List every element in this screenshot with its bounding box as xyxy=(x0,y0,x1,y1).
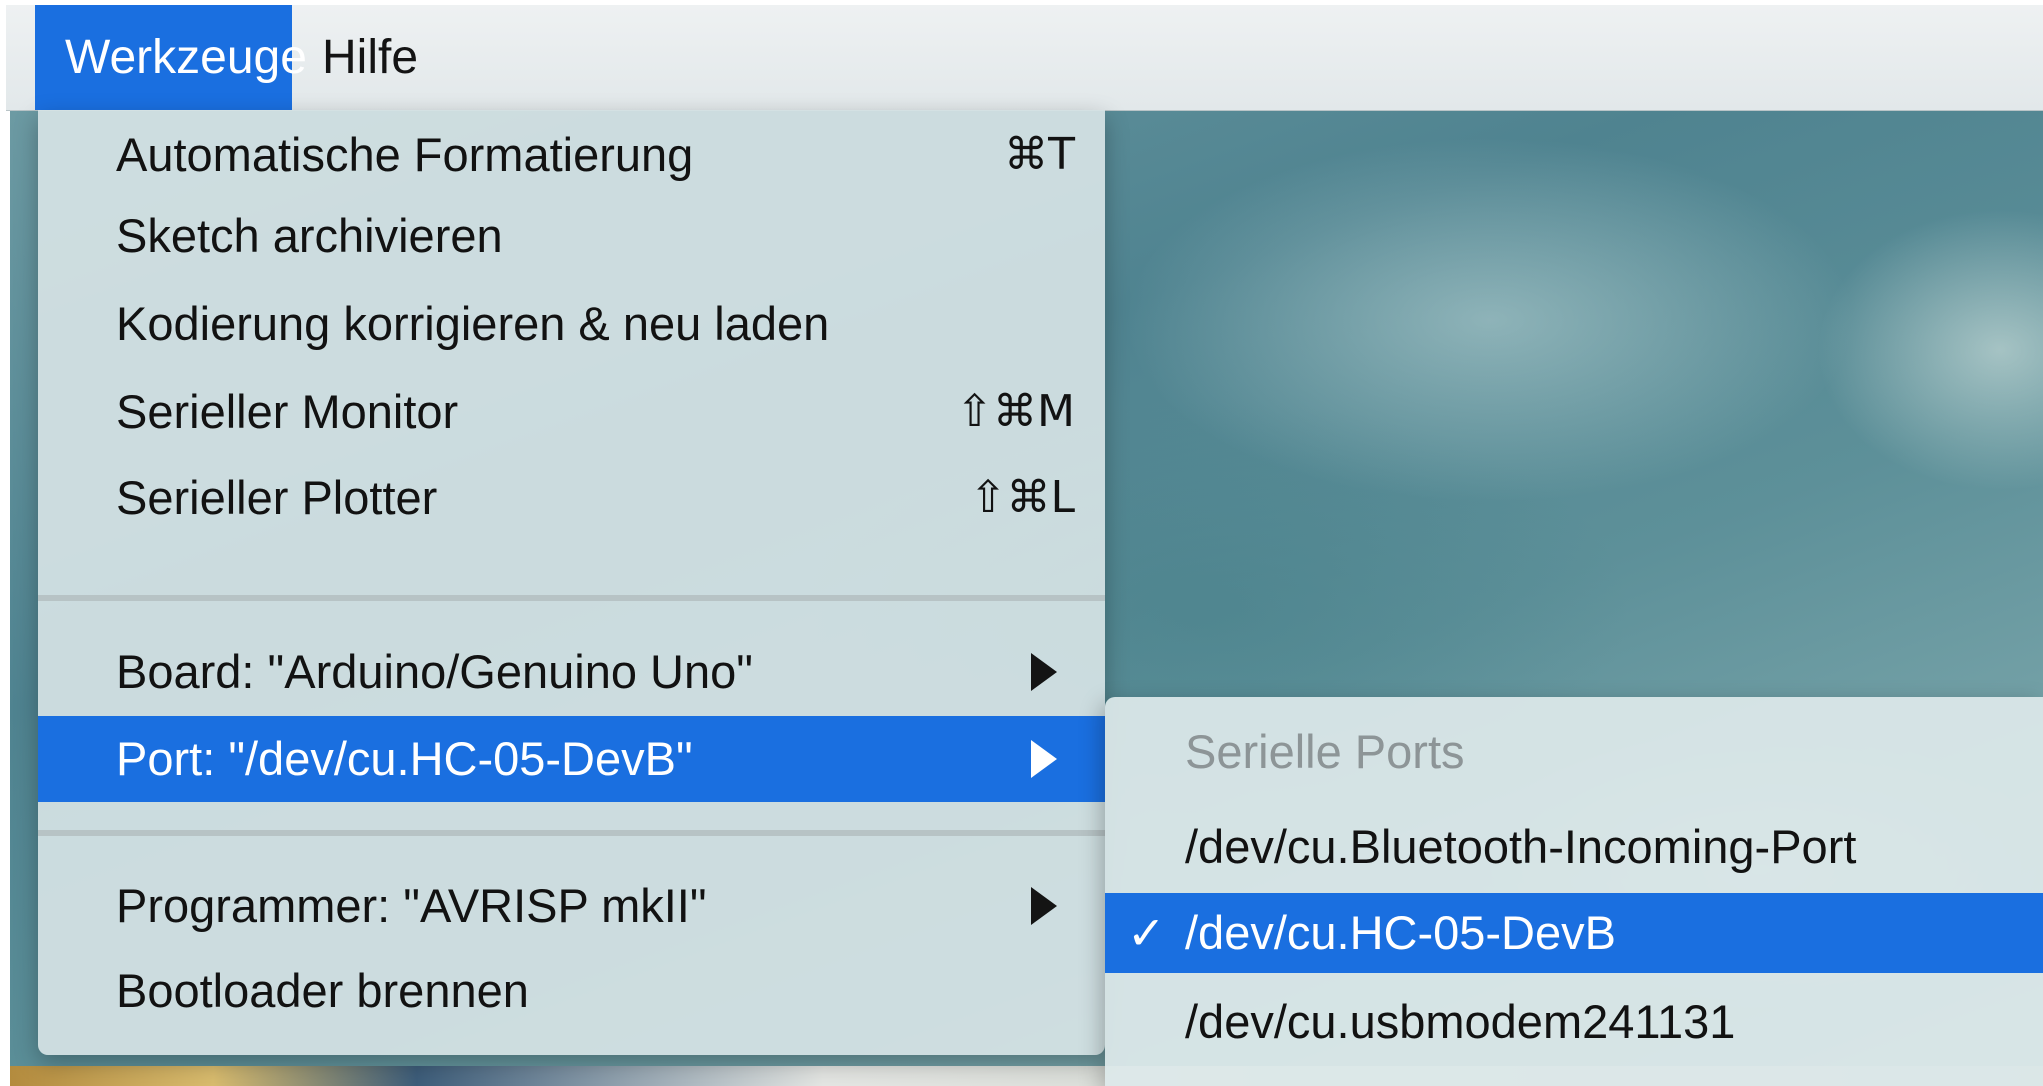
menu-item-automatische-formatierung[interactable]: Automatische Formatierung ⌘T xyxy=(38,112,1105,198)
port-item-hc-05-devb[interactable]: ✓ /dev/cu.HC-05-DevB xyxy=(1105,893,2043,973)
checkmark-icon: ✓ xyxy=(1127,906,1166,960)
menu-item-serieller-monitor[interactable]: Serieller Monitor ⇧⌘M xyxy=(38,369,1105,455)
menu-item-label: Automatische Formatierung xyxy=(116,128,694,181)
menu-item-label: Kodierung korrigieren & neu laden xyxy=(116,297,830,350)
port-item-usbmodem[interactable]: /dev/cu.usbmodem241131 xyxy=(1105,982,2043,1062)
shortcut-label: ⇧⌘L xyxy=(969,472,1075,523)
menu-werkzeuge[interactable]: Werkzeuge xyxy=(35,5,307,110)
menu-hilfe-label: Hilfe xyxy=(322,31,419,84)
menu-bar: Werkzeuge Hilfe xyxy=(6,5,2043,111)
menu-item-kodierung-korrigieren[interactable]: Kodierung korrigieren & neu laden xyxy=(38,281,1105,367)
shortcut-label: ⌘T xyxy=(1004,129,1075,180)
submenu-header-serielle-ports: Serielle Ports xyxy=(1105,712,2043,792)
menu-item-label: Bootloader brennen xyxy=(116,964,529,1017)
menu-hilfe[interactable]: Hilfe xyxy=(292,5,442,110)
menu-item-bootloader-brennen[interactable]: Bootloader brennen xyxy=(38,948,1105,1034)
menu-item-label: Sketch archivieren xyxy=(116,209,503,262)
menu-item-board[interactable]: Board: "Arduino/Genuino Uno" xyxy=(38,629,1105,715)
menu-item-programmer[interactable]: Programmer: "AVRISP mkII" xyxy=(38,863,1105,949)
menu-item-label: Serieller Plotter xyxy=(116,471,438,524)
port-item-label: /dev/cu.HC-05-DevB xyxy=(1185,906,1616,959)
menu-item-port[interactable]: Port: "/dev/cu.HC-05-DevB" xyxy=(38,716,1105,802)
werkzeuge-dropdown: Automatische Formatierung ⌘T Sketch arch… xyxy=(38,110,1105,1055)
menu-separator xyxy=(38,595,1105,601)
menu-item-label: Board: "Arduino/Genuino Uno" xyxy=(116,645,753,698)
port-item-label: /dev/cu.usbmodem241131 xyxy=(1185,995,1736,1048)
submenu-header-label: Serielle Ports xyxy=(1185,725,1465,778)
shortcut-label: ⇧⌘M xyxy=(956,386,1075,437)
menu-item-label: Programmer: "AVRISP mkII" xyxy=(116,879,707,932)
menu-item-sketch-archivieren[interactable]: Sketch archivieren xyxy=(38,193,1105,279)
menu-item-label: Port: "/dev/cu.HC-05-DevB" xyxy=(116,732,693,785)
menu-werkzeuge-label: Werkzeuge xyxy=(65,31,307,84)
menu-separator xyxy=(38,830,1105,836)
port-item-bluetooth-incoming[interactable]: /dev/cu.Bluetooth-Incoming-Port xyxy=(1105,807,2043,887)
submenu-arrow-icon xyxy=(1031,887,1057,925)
submenu-arrow-icon xyxy=(1031,740,1057,778)
port-submenu: Serielle Ports /dev/cu.Bluetooth-Incomin… xyxy=(1105,697,2043,1086)
menu-item-serieller-plotter[interactable]: Serieller Plotter ⇧⌘L xyxy=(38,455,1105,541)
submenu-arrow-icon xyxy=(1031,653,1057,691)
port-item-label: /dev/cu.Bluetooth-Incoming-Port xyxy=(1185,820,1857,873)
screen: Werkzeuge Hilfe Automatische Formatierun… xyxy=(0,0,2043,1086)
menu-item-label: Serieller Monitor xyxy=(116,385,459,438)
